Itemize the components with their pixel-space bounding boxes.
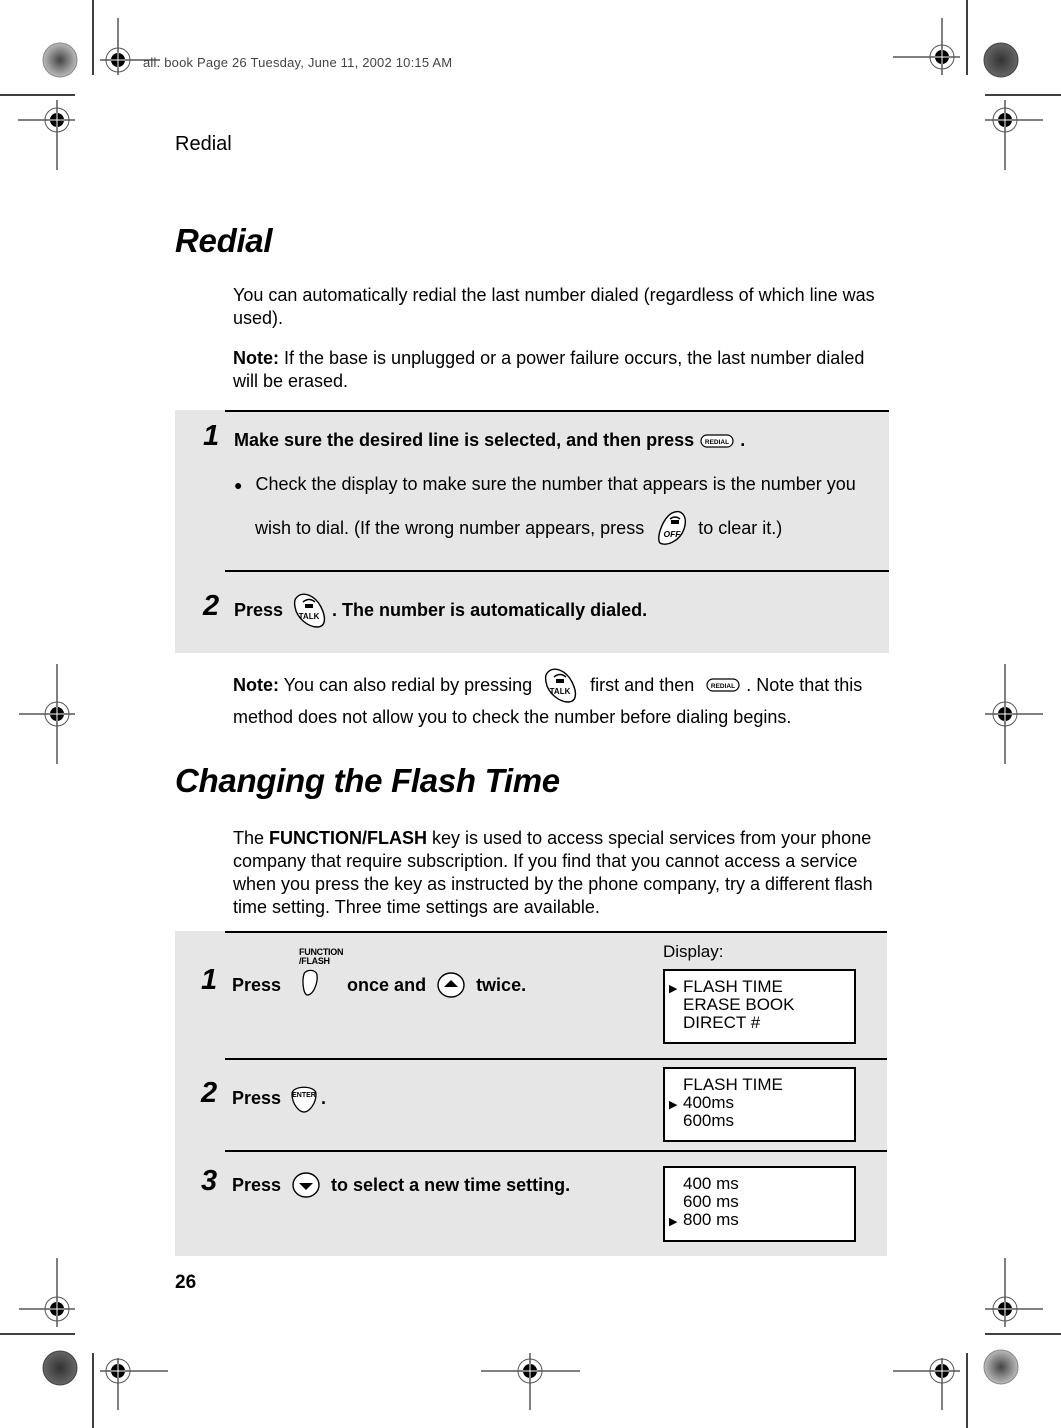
redial-note-2-cont: method does not allow you to check the n… [233, 707, 792, 727]
star-target-icon [42, 42, 78, 78]
step-number: 1 [203, 420, 220, 452]
star-target-icon [42, 1350, 78, 1386]
lcd-line: 600 ms [683, 1192, 739, 1211]
lcd-line: FLASH TIME [683, 1075, 783, 1094]
function-flash-key-label: FUNCTION/FLASH [299, 947, 344, 966]
lcd-display-step-3: 400 ms 600 ms ▶ 800 ms [663, 1166, 856, 1242]
step-1-instruction: Make sure the desired line is selected, … [234, 430, 695, 450]
step-number: 3 [201, 1165, 218, 1197]
lcd-line: ▶ FLASH TIME [669, 977, 783, 996]
lcd-line: ▶ 800 ms [669, 1210, 739, 1229]
redial-key-icon: REDIAL [706, 678, 740, 692]
divider [225, 570, 889, 572]
lcd-display-step-2: FLASH TIME ▶ 400ms 600ms [663, 1067, 856, 1142]
step-number: 1 [201, 964, 218, 996]
svg-text:REDIAL: REDIAL [705, 439, 729, 446]
note-label: Note: [233, 348, 279, 368]
bullet-icon: ● [234, 476, 243, 493]
selection-cursor-icon: ▶ [669, 1216, 678, 1228]
section-title-flash-time: Changing the Flash Time [175, 762, 560, 799]
redial-intro: You can automatically redial the last nu… [233, 285, 875, 328]
svg-text:REDIAL: REDIAL [711, 683, 735, 690]
down-arrow-key-icon [292, 1172, 320, 1198]
lcd-line: ERASE BOOK [683, 995, 795, 1014]
print-slug: all. book Page 26 Tuesday, June 11, 2002… [143, 55, 453, 70]
step-1-text: Make sure the desired line is selected, … [234, 430, 746, 450]
page-number: 26 [175, 1272, 197, 1293]
step-1-bullet: ● Check the display to make sure the num… [234, 474, 856, 494]
off-key-icon: OFF [658, 511, 687, 545]
svg-text:ENTER: ENTER [292, 1092, 316, 1099]
enter-key-icon: ENTER [291, 1086, 317, 1113]
lcd-line: 400 ms [683, 1174, 739, 1193]
redial-note-2: Note: You can also redial by pressing TA… [233, 666, 862, 704]
running-head: Redial [175, 133, 232, 155]
redial-note: Note: If the base is unplugged or a powe… [233, 347, 883, 393]
step-2-text: Press TALK . The number is automatically… [234, 591, 647, 629]
flash-step-2-text: Press ENTER . [232, 1082, 326, 1114]
flash-step-3-text: Press to select a new time setting. [232, 1171, 570, 1199]
step-number: 2 [201, 1077, 218, 1109]
up-arrow-key-icon [437, 972, 465, 998]
step-number: 2 [203, 590, 220, 622]
svg-text:OFF: OFF [664, 529, 682, 539]
talk-key-icon: TALK [293, 593, 326, 628]
star-target-icon [983, 1349, 1019, 1385]
divider [225, 1150, 887, 1152]
flash-step-1-text: Press FUNCTION/FLASH once and twice. [232, 948, 526, 999]
display-label: Display: [663, 942, 724, 961]
divider [225, 931, 887, 933]
divider [225, 1058, 887, 1060]
section-title-redial: Redial [175, 222, 273, 259]
lcd-line: ▶ 400ms [669, 1093, 735, 1112]
divider [225, 410, 889, 412]
note-text: If the base is unplugged or a power fail… [233, 348, 865, 391]
svg-text:TALK: TALK [550, 687, 571, 696]
svg-text:TALK: TALK [299, 612, 320, 621]
talk-key-icon: TALK [545, 668, 577, 703]
lcd-line: DIRECT # [683, 1013, 761, 1032]
lcd-display-step-1: ▶ FLASH TIME ERASE BOOK DIRECT # [663, 969, 856, 1044]
star-target-icon [983, 42, 1019, 78]
function-flash-key: FUNCTION/FLASH [289, 948, 343, 998]
step-1-bullet-cont: wish to dial. (If the wrong number appea… [255, 509, 782, 547]
flash-intro: The FUNCTION/FLASH key is used to access… [233, 828, 873, 917]
redial-steps-panel: 1 Make sure the desired line is selected… [175, 410, 889, 653]
function-flash-key-icon [302, 969, 318, 996]
lcd-line: 600ms [683, 1111, 735, 1130]
redial-key-icon: REDIAL [700, 433, 734, 448]
